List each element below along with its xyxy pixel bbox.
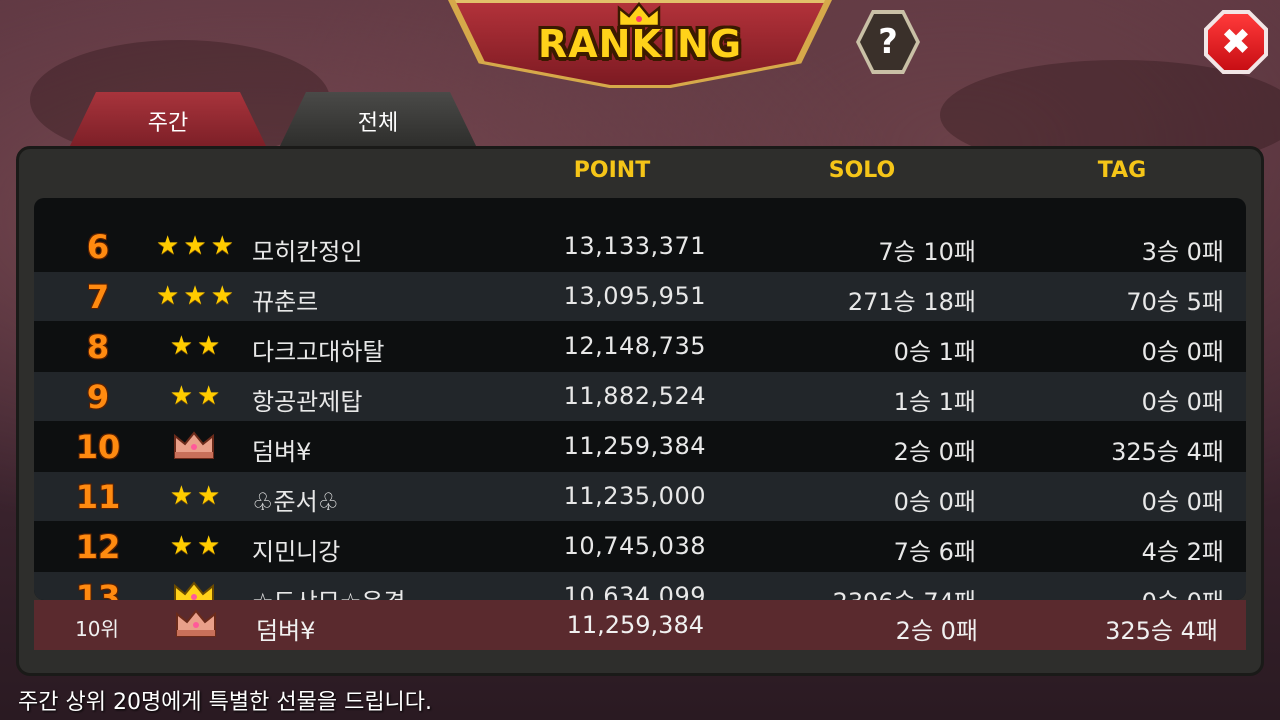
page-title: RANKING <box>537 22 743 66</box>
rank-number: 8 <box>86 328 110 366</box>
star-icon: ★ <box>169 331 193 361</box>
rank-stars: ★ ★ <box>142 382 248 410</box>
tag-record: 70승 5패 <box>1126 288 1224 316</box>
my-solo-record: 2승 0패 <box>895 617 978 645</box>
star-icon: ★ <box>156 281 180 311</box>
rank-number: 13 <box>75 578 121 600</box>
crown-icon <box>174 581 214 600</box>
player-name: 다크고대하탈 <box>252 338 385 366</box>
rank-stars: ★ ★ ★ <box>142 232 248 260</box>
player-point: 11,235,000 <box>563 482 706 510</box>
solo-record: 2승 0패 <box>893 438 976 466</box>
tag-record: 0승 0패 <box>1141 488 1224 516</box>
rank-stars: ★ ★ <box>142 482 248 510</box>
star-icon: ★ <box>169 531 193 561</box>
crown-icon <box>176 609 216 637</box>
solo-record: 1승 1패 <box>893 388 976 416</box>
solo-record: 0승 1패 <box>893 338 976 366</box>
question-icon: ? <box>860 14 916 70</box>
solo-record: 271승 18패 <box>847 288 976 316</box>
table-row[interactable]: 12 ★ ★ 지민니강 10,745,038 7승 6패 4승 2패 <box>34 522 1246 571</box>
my-tag-record: 325승 4패 <box>1105 617 1218 645</box>
table-row[interactable]: 6 ★ ★ ★ 모히칸정인 13,133,371 7승 10패 3승 0패 <box>34 222 1246 271</box>
help-button[interactable]: ? <box>856 10 920 74</box>
table-row[interactable]: 11 ★ ★ ♧준서♧ 11,235,000 0승 0패 0승 0패 <box>34 472 1246 521</box>
table-row[interactable]: 10 덤벼¥ 11,259,384 2승 0패 325승 4패 <box>34 422 1246 471</box>
rank-number: 12 <box>75 528 121 566</box>
player-name: 뀨춘르 <box>252 288 319 316</box>
column-header-tag: TAG <box>1097 158 1147 183</box>
star-icon: ★ <box>210 281 234 311</box>
player-point: 13,095,951 <box>563 282 706 310</box>
close-button[interactable]: ✖ <box>1204 10 1268 74</box>
my-rank-row: 10위 덤벼¥ 11,259,384 2승 0패 325승 4패 <box>34 600 1246 650</box>
rank-number: 11 <box>75 478 121 516</box>
table-row[interactable]: 13 ☆드샤모☆은경 10,634,099 2396승 74패 0승 0패 <box>34 572 1246 600</box>
close-x-icon: ✖ <box>1208 14 1264 70</box>
player-point: 13,133,371 <box>563 232 706 260</box>
solo-record: 2396승 74패 <box>734 582 976 600</box>
table-row[interactable]: 7 ★ ★ ★ 뀨춘르 13,095,951 271승 18패 70승 5패 <box>34 272 1246 321</box>
tag-record: 3승 0패 <box>1141 238 1224 266</box>
tab-weekly[interactable]: 주간 <box>68 92 268 150</box>
table-row[interactable]: 8 ★ ★ 다크고대하탈 12,148,735 0승 1패 0승 0패 <box>34 322 1246 371</box>
tag-record: 0승 0패 <box>994 582 1224 600</box>
rank-number: 9 <box>86 378 110 416</box>
star-icon: ★ <box>169 481 193 511</box>
rank-stars: ★ ★ <box>142 332 248 360</box>
player-point: 10,634,099 <box>563 582 706 600</box>
tag-record: 4승 2패 <box>1141 538 1224 566</box>
tag-record: 0승 0패 <box>1141 338 1224 366</box>
star-icon: ★ <box>169 381 193 411</box>
footer-notice: 주간 상위 20명에게 특별한 선물을 드립니다. <box>18 690 433 715</box>
player-point: 11,882,524 <box>563 382 706 410</box>
star-icon: ★ <box>183 281 207 311</box>
star-icon: ★ <box>183 231 207 261</box>
player-name: 지민니강 <box>252 538 341 566</box>
my-player-name: 덤벼¥ <box>256 617 316 645</box>
star-icon: ★ <box>156 231 180 261</box>
rank-number: 10 <box>75 428 121 466</box>
column-header-solo: SOLO <box>828 158 896 183</box>
player-point: 11,259,384 <box>563 432 706 460</box>
player-name: 모히칸정인 <box>252 238 363 266</box>
star-icon: ★ <box>197 531 221 561</box>
player-name: ♧준서♧ <box>252 488 340 516</box>
star-icon: ★ <box>197 481 221 511</box>
ranking-list[interactable]: 6 ★ ★ ★ 모히칸정인 13,133,371 7승 10패 3승 0패 7 ★ ★ ★ 뀨춘르 13,… <box>34 198 1246 600</box>
solo-record: 0승 0패 <box>893 488 976 516</box>
star-icon: ★ <box>210 231 234 261</box>
star-icon: ★ <box>197 381 221 411</box>
player-name: ☆드샤모☆은경 <box>252 582 532 600</box>
my-rank-label: 10위 <box>75 617 119 641</box>
my-point: 11,259,384 <box>566 611 704 639</box>
tab-all[interactable]: 전체 <box>278 92 478 150</box>
rank-number: 6 <box>86 228 110 266</box>
rank-stars: ★ ★ <box>142 532 248 560</box>
player-name: 덤벼¥ <box>252 438 312 466</box>
crown-icon <box>174 431 214 459</box>
solo-record: 7승 10패 <box>878 238 976 266</box>
star-icon: ★ <box>197 331 221 361</box>
rank-number: 7 <box>86 278 110 316</box>
player-point: 12,148,735 <box>563 332 706 360</box>
tag-record: 325승 4패 <box>1111 438 1224 466</box>
table-row[interactable]: 9 ★ ★ 항공관제탑 11,882,524 1승 1패 0승 0패 <box>34 372 1246 421</box>
player-point: 10,745,038 <box>563 532 706 560</box>
player-name: 항공관제탑 <box>252 388 363 416</box>
rank-stars: ★ ★ ★ <box>142 282 248 310</box>
column-header-point: POINT <box>573 158 651 183</box>
solo-record: 7승 6패 <box>893 538 976 566</box>
tag-record: 0승 0패 <box>1141 388 1224 416</box>
